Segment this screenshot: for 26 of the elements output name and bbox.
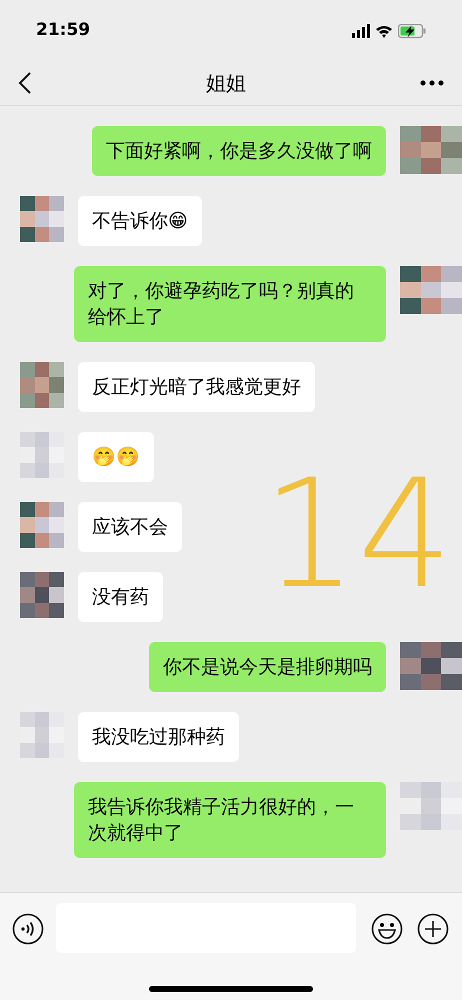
avatar[interactable] <box>20 502 64 548</box>
message-bubble: 反正灯光暗了我感觉更好 <box>78 362 315 412</box>
signal-icon <box>352 24 370 38</box>
message-bubble: 我告诉你我精子活力很好的，一次就得中了 <box>74 782 386 858</box>
avatar[interactable] <box>20 196 64 242</box>
battery-icon <box>398 24 426 38</box>
voice-icon[interactable] <box>12 913 44 945</box>
message-bubble: 你不是说今天是排卵期吗 <box>149 642 386 692</box>
message-bubble: 对了，你避孕药吃了吗？别真的给怀上了 <box>74 266 386 342</box>
chat-title: 姐姐 <box>206 70 246 96</box>
back-icon[interactable] <box>18 70 32 94</box>
wifi-icon <box>376 24 392 38</box>
status-time: 21:59 <box>36 19 90 42</box>
avatar[interactable] <box>20 572 64 618</box>
avatar[interactable] <box>400 642 462 690</box>
emoji-icon[interactable] <box>371 913 403 945</box>
avatar[interactable] <box>400 266 462 314</box>
more-icon[interactable] <box>420 80 444 86</box>
message-bubble: 我没吃过那种药 <box>78 712 239 762</box>
handwritten-number: 14 <box>262 460 453 610</box>
message-bubble: 应该不会 <box>78 502 182 552</box>
message-bubble: 下面好紧啊，你是多久没做了啊 <box>92 126 386 176</box>
add-icon[interactable] <box>417 913 449 945</box>
message-bubble: 没有药 <box>78 572 163 622</box>
message-bubble: 🤭🤭 <box>78 432 154 482</box>
message-bubble: 不告诉你😁 <box>78 196 202 246</box>
